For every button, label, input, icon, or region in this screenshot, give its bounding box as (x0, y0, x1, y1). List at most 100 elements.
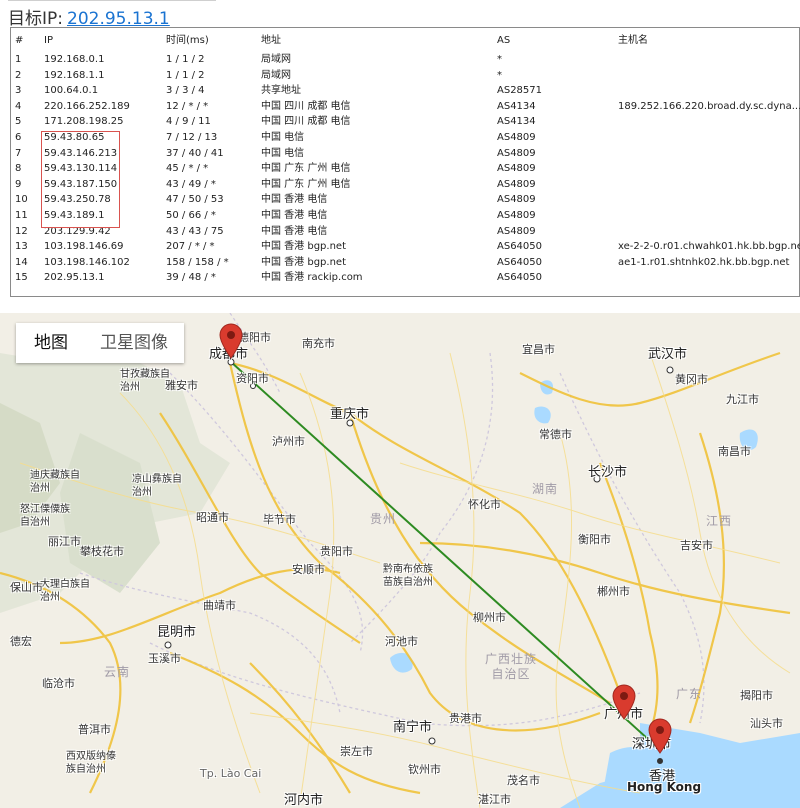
hop-as: AS64050 (497, 256, 542, 268)
city-label: 黔南布依族苗族自治州 (383, 564, 433, 588)
route-map[interactable]: 地图 卫星图像 成都市德阳市南充市宜昌市武汉市黄冈市九江市雅安市资阳市重庆市泸州… (0, 313, 800, 808)
city-label: 柳州市 (473, 611, 506, 624)
region-label: 广西壮族自治区 (484, 652, 537, 681)
hop-index: 14 (15, 256, 28, 268)
region-label: 云南 (104, 665, 131, 679)
col-index[interactable]: # (15, 33, 23, 49)
table-row[interactable]: 12 203.129.9.42 43 / 43 / 75 中国 香港 电信 AS4809 (11, 224, 799, 240)
region-label: 广东 (676, 687, 703, 701)
table-row[interactable]: 8 59.43.130.114 45 / * / * 中国 广东 广州 电信 AS480… (11, 161, 799, 177)
hop-hostname: xe-2-2-0.r01.chwahk01.hk.bb.bgp.net (618, 241, 800, 253)
table-row[interactable]: 10 59.43.250.78 47 / 50 / 53 中国 香港 电信 AS4809 (11, 192, 799, 208)
table-row[interactable]: 5 171.208.198.25 4 / 9 / 11 中国 四川 成都 电信 AS41… (11, 114, 799, 130)
hop-time: 37 / 40 / 41 (166, 147, 224, 159)
col-time[interactable]: 时间(ms) (166, 33, 209, 49)
city-label: 昆明市 (157, 625, 197, 640)
hop-as: * (497, 69, 502, 81)
city-label: 普洱市 (78, 723, 111, 736)
city-label: 钦州市 (408, 763, 441, 776)
city-label: 常德市 (539, 428, 572, 441)
hop-time: 12 / * / * (166, 100, 209, 112)
city-label: 茂名市 (507, 774, 540, 787)
map-pin-hongkong-icon[interactable] (648, 718, 672, 754)
table-row[interactable]: 3 100.64.0.1 3 / 3 / 4 共享地址 AS28571 (11, 83, 799, 99)
hop-ip: 103.198.146.102 (44, 256, 130, 268)
col-as[interactable]: AS (497, 33, 510, 49)
table-row[interactable]: 11 59.43.189.1 50 / 66 / * 中国 香港 电信 AS4809 (11, 208, 799, 224)
hop-as: AS4809 (497, 147, 536, 159)
hop-time: 207 / * / * (166, 241, 215, 253)
hop-as: * (497, 54, 502, 65)
city-label: 揭阳市 (740, 689, 773, 702)
hop-ip: 100.64.0.1 (44, 85, 99, 97)
table-row[interactable]: 2 192.168.1.1 1 / 1 / 2 局域网 * (11, 68, 799, 84)
hop-as: AS4809 (497, 210, 536, 221)
hop-index: 12 (15, 225, 28, 237)
hop-address: 共享地址 (261, 85, 301, 97)
city-label: 昭通市 (196, 511, 229, 524)
hop-ip: 220.166.252.189 (44, 100, 130, 112)
city-label: 甘孜藏族自治州 (120, 369, 170, 393)
city-label: 郴州市 (597, 585, 630, 598)
city-label: 黄冈市 (675, 373, 708, 386)
hop-as: AS4134 (497, 100, 536, 112)
city-label: 怒江傈僳族自治州 (20, 504, 70, 528)
col-address[interactable]: 地址 (261, 33, 281, 49)
hop-index: 10 (15, 194, 28, 206)
map-pin-guangzhou-icon[interactable] (612, 684, 636, 720)
traceroute-table: # IP 时间(ms) 地址 AS 主机名 1 192.168.0.1 1 / 1 … (10, 27, 800, 297)
region-label: 湖南 (532, 482, 559, 496)
region-label: 江西 (706, 514, 733, 528)
col-hostname[interactable]: 主机名 (618, 33, 648, 49)
hop-as: AS4134 (497, 116, 536, 128)
city-label: 贵阳市 (320, 545, 353, 558)
hop-address: 中国 香港 rackip.com (261, 272, 363, 284)
city-label: 衡阳市 (578, 533, 611, 546)
table-row[interactable]: 9 59.43.187.150 43 / 49 / * 中国 广东 广州 电信 AS48… (11, 177, 799, 193)
table-row[interactable]: 7 59.43.146.213 37 / 40 / 41 中国 电信 AS4809 (11, 146, 799, 162)
city-label: 丽江市 (48, 535, 81, 548)
hop-index: 9 (15, 178, 22, 190)
hop-as: AS64050 (497, 272, 542, 284)
hop-as: AS64050 (497, 241, 542, 253)
hop-index: 2 (15, 69, 22, 81)
city-label: 毕节市 (263, 513, 296, 526)
city-label: 泸州市 (272, 435, 305, 448)
hop-index: 3 (15, 85, 22, 97)
hop-ip: 171.208.198.25 (44, 116, 124, 128)
hop-as: AS4809 (497, 194, 536, 206)
city-label: 西双版纳傣族自治州 (66, 751, 116, 775)
city-label: 贵港市 (449, 712, 482, 725)
map-pin-chengdu-icon[interactable] (219, 323, 243, 359)
table-row[interactable]: 15 202.95.13.1 39 / 48 / * 中国 香港 rackip.com… (11, 270, 799, 286)
hop-address: 中国 香港 bgp.net (261, 241, 346, 253)
hop-as: AS4809 (497, 132, 536, 143)
table-row[interactable]: 14 103.198.146.102 158 / 158 / * 中国 香港 bgp.… (11, 255, 799, 271)
hop-address: 中国 香港 电信 (261, 225, 328, 237)
city-label: 武汉市 (648, 347, 688, 362)
city-label: 资阳市 (236, 372, 269, 385)
hop-time: 3 / 3 / 4 (166, 85, 205, 97)
table-row[interactable]: 4 220.166.252.189 12 / * / * 中国 四川 成都 电信 AS4… (11, 99, 800, 115)
hop-ip: 192.168.0.1 (44, 54, 105, 65)
highlight-box (41, 131, 120, 228)
hop-time: 1 / 1 / 2 (166, 54, 205, 65)
city-label: 汕头市 (750, 717, 783, 730)
tab-map[interactable]: 地图 (34, 323, 68, 363)
hop-hostname: ae1-1.r01.shtnhk02.hk.bb.bgp.net (618, 256, 790, 268)
hop-address: 中国 广东 广州 电信 (261, 163, 351, 175)
hop-time: 47 / 50 / 53 (166, 194, 224, 206)
table-row[interactable]: 1 192.168.0.1 1 / 1 / 2 局域网 * (11, 52, 799, 68)
city-label: 南昌市 (718, 445, 751, 458)
col-ip[interactable]: IP (44, 33, 53, 49)
table-row[interactable]: 6 59.43.80.65 7 / 12 / 13 中国 电信 AS4809 (11, 130, 799, 146)
tab-satellite[interactable]: 卫星图像 (100, 323, 168, 363)
target-ip-link[interactable]: 202.95.13.1 (67, 9, 170, 29)
table-row[interactable]: 13 103.198.146.69 207 / * / * 中国 香港 bgp.net… (11, 239, 800, 255)
city-label: 河内市 (284, 793, 324, 808)
target-label: 目标IP: (8, 9, 63, 29)
hop-address: 中国 香港 电信 (261, 194, 328, 206)
hop-index: 13 (15, 241, 28, 253)
hop-index: 4 (15, 100, 22, 112)
region-label: 贵州 (370, 512, 397, 526)
